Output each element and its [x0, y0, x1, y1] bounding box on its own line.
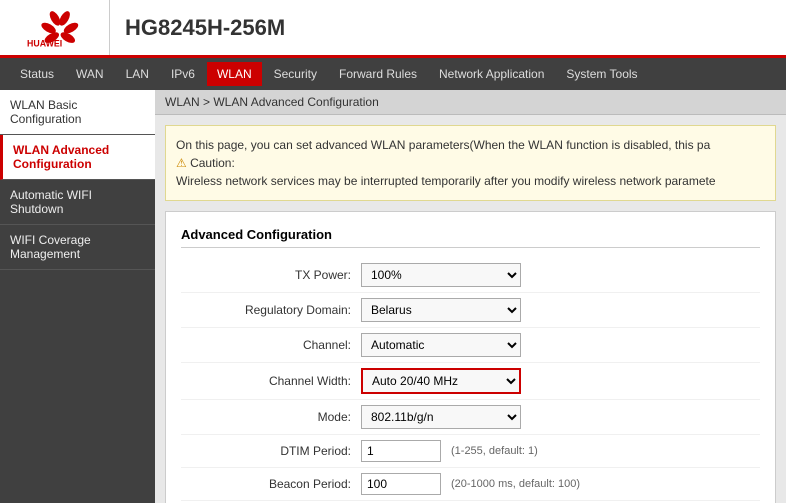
dtim-row: DTIM Period: (1-255, default: 1) [181, 435, 760, 468]
info-text: On this page, you can set advanced WLAN … [176, 136, 765, 154]
beacon-row: Beacon Period: (20-1000 ms, default: 100… [181, 468, 760, 501]
tx-power-value: 100%75%50%25% [361, 263, 521, 287]
channel-width-row: Channel Width: Auto 20/40 MHz20 MHz40 MH… [181, 363, 760, 400]
reg-domain-label: Regulatory Domain: [181, 303, 361, 317]
nav-wlan[interactable]: WLAN [207, 62, 262, 86]
config-title: Advanced Configuration [181, 227, 760, 248]
dtim-value: (1-255, default: 1) [361, 440, 538, 462]
mode-select[interactable]: 802.11b/g/n802.11b802.11g802.11n [361, 405, 521, 429]
sidebar-item-coverage[interactable]: WIFI Coverage Management [0, 225, 155, 270]
huawei-logo: HUAWEI [20, 8, 90, 48]
tx-power-select[interactable]: 100%75%50%25% [361, 263, 521, 287]
tx-power-row: TX Power: 100%75%50%25% [181, 258, 760, 293]
sidebar-item-shutdown[interactable]: Automatic WIFI Shutdown [0, 180, 155, 225]
mode-row: Mode: 802.11b/g/n802.11b802.11g802.11n [181, 400, 760, 435]
nav-security[interactable]: Security [264, 62, 327, 86]
channel-value: Automatic123611 [361, 333, 521, 357]
nav-wan[interactable]: WAN [66, 62, 114, 86]
beacon-hint: (20-1000 ms, default: 100) [451, 478, 580, 490]
mode-value: 802.11b/g/n802.11b802.11g802.11n [361, 405, 521, 429]
caution-label: ⚠ Caution: [176, 154, 765, 172]
channel-width-select[interactable]: Auto 20/40 MHz20 MHz40 MHz [361, 368, 521, 394]
channel-width-label: Channel Width: [181, 374, 361, 388]
tx-power-label: TX Power: [181, 268, 361, 282]
channel-select[interactable]: Automatic123611 [361, 333, 521, 357]
caution-icon: ⚠ [176, 156, 190, 170]
nav-system-tools[interactable]: System Tools [556, 62, 647, 86]
beacon-input[interactable] [361, 473, 441, 495]
reg-domain-row: Regulatory Domain: Belarus [181, 293, 760, 328]
beacon-value: (20-1000 ms, default: 100) [361, 473, 580, 495]
dtim-input[interactable] [361, 440, 441, 462]
dtim-hint: (1-255, default: 1) [451, 445, 538, 457]
nav-lan[interactable]: LAN [116, 62, 159, 86]
breadcrumb: WLAN > WLAN Advanced Configuration [155, 90, 786, 115]
sidebar-item-basic[interactable]: WLAN Basic Configuration [0, 90, 155, 135]
channel-row: Channel: Automatic123611 [181, 328, 760, 363]
caution-detail: Wireless network services may be interru… [176, 172, 765, 190]
reg-domain-select[interactable]: Belarus [361, 298, 521, 322]
sidebar: WLAN Basic Configuration WLAN Advanced C… [0, 90, 155, 503]
title-area: HG8245H-256M [110, 15, 786, 41]
channel-label: Channel: [181, 338, 361, 352]
svg-text:HUAWEI: HUAWEI [27, 38, 62, 48]
mode-label: Mode: [181, 410, 361, 424]
nav-forward-rules[interactable]: Forward Rules [329, 62, 427, 86]
channel-width-value: Auto 20/40 MHz20 MHz40 MHz [361, 368, 521, 394]
config-section: Advanced Configuration TX Power: 100%75%… [165, 211, 776, 503]
main-content: WLAN > WLAN Advanced Configuration On th… [155, 90, 786, 503]
nav-network-app[interactable]: Network Application [429, 62, 554, 86]
nav-status[interactable]: Status [10, 62, 64, 86]
logo-area: HUAWEI [0, 0, 110, 55]
caution-text-label: Caution: [190, 156, 235, 170]
nav-ipv6[interactable]: IPv6 [161, 62, 205, 86]
reg-domain-value: Belarus [361, 298, 521, 322]
nav-bar: Status WAN LAN IPv6 WLAN Security Forwar… [0, 58, 786, 90]
info-box: On this page, you can set advanced WLAN … [165, 125, 776, 201]
sidebar-item-advanced[interactable]: WLAN Advanced Configuration [0, 135, 155, 180]
dtim-label: DTIM Period: [181, 444, 361, 458]
device-title: HG8245H-256M [125, 15, 285, 40]
beacon-label: Beacon Period: [181, 477, 361, 491]
